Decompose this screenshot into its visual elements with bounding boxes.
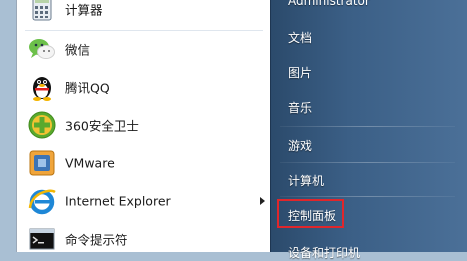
submenu-arrow-icon[interactable] bbox=[260, 197, 265, 205]
qq-penguin-icon bbox=[27, 72, 57, 102]
program-label: 腾讯QQ bbox=[65, 80, 110, 96]
right-pane-divider bbox=[280, 126, 455, 127]
games-link[interactable]: 游戏 bbox=[288, 137, 312, 154]
shield-360-icon bbox=[27, 110, 57, 140]
wechat-icon bbox=[27, 34, 57, 64]
program-label: 计算器 bbox=[65, 2, 103, 18]
devices-printers-link[interactable]: 设备和打印机 bbox=[288, 244, 360, 261]
documents-link[interactable]: 文档 bbox=[288, 29, 312, 46]
program-item-calculator[interactable]: 计算器 bbox=[17, 0, 271, 28]
internet-explorer-icon bbox=[27, 186, 57, 216]
start-menu-right-pane: Administrator 文档 图片 音乐 游戏 计算机 控制面板 设备和打印… bbox=[270, 0, 467, 260]
program-item-wechat[interactable]: 微信 bbox=[17, 30, 271, 68]
right-pane-divider bbox=[280, 196, 455, 197]
start-menu-program-list: 计算器 微信 腾讯QQ 360安全卫士 VMware Internet Expl… bbox=[16, 0, 270, 252]
right-pane-divider bbox=[280, 162, 455, 163]
program-item-360[interactable]: 360安全卫士 bbox=[17, 106, 271, 144]
control-panel-highlight-box bbox=[277, 199, 344, 228]
program-item-qq[interactable]: 腾讯QQ bbox=[17, 68, 271, 106]
program-item-vmware[interactable]: VMware bbox=[17, 144, 271, 182]
program-label: Internet Explorer bbox=[65, 193, 171, 209]
user-folder-link[interactable]: Administrator bbox=[288, 0, 370, 8]
calculator-icon bbox=[27, 0, 57, 24]
vmware-icon bbox=[27, 148, 57, 178]
pictures-link[interactable]: 图片 bbox=[288, 64, 312, 81]
command-prompt-icon bbox=[27, 224, 57, 254]
program-label: VMware bbox=[65, 155, 115, 171]
program-label: 微信 bbox=[65, 42, 91, 58]
program-item-internet-explorer[interactable]: Internet Explorer bbox=[17, 182, 271, 220]
program-label: 命令提示符 bbox=[65, 232, 128, 248]
computer-link[interactable]: 计算机 bbox=[288, 172, 324, 189]
music-link[interactable]: 音乐 bbox=[288, 99, 312, 116]
program-label: 360安全卫士 bbox=[65, 118, 139, 134]
program-item-command-prompt[interactable]: 命令提示符 bbox=[17, 220, 271, 258]
